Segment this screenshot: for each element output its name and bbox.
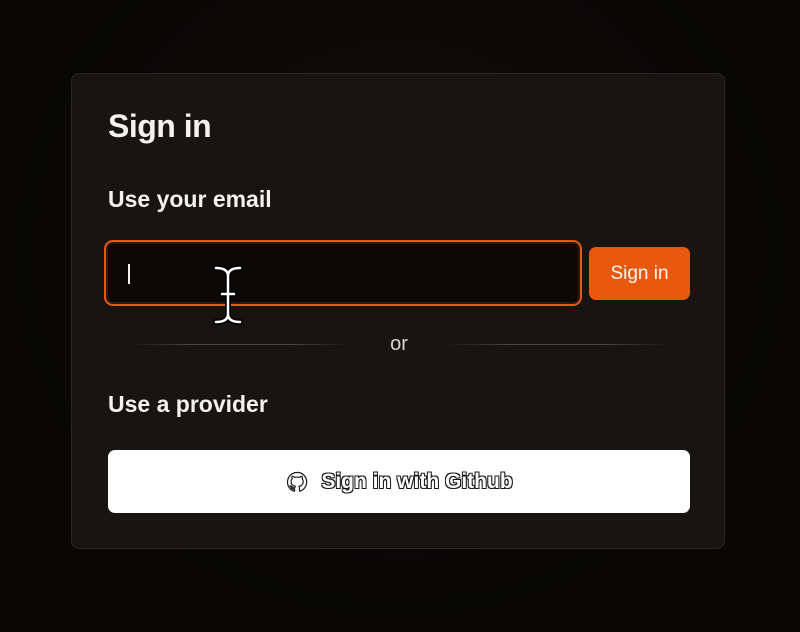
or-divider: or <box>128 332 670 356</box>
provider-section-label: Use a provider <box>108 391 268 417</box>
email-section-label: Use your email <box>108 186 272 212</box>
sign-in-with-github-button[interactable]: Sign in with Github <box>108 450 690 513</box>
github-icon <box>285 470 309 494</box>
sign-in-button[interactable]: Sign in <box>589 247 690 300</box>
github-button-label: Sign in with Github <box>321 469 513 493</box>
text-cursor-icon <box>213 265 243 325</box>
page-background: Sign in Use your email Sign in or Use a … <box>0 0 800 632</box>
sign-in-card: Sign in Use your email Sign in or Use a … <box>71 73 725 549</box>
divider-line-right <box>445 344 670 345</box>
page-title: Sign in <box>108 108 212 144</box>
email-field[interactable] <box>104 240 582 306</box>
text-caret <box>128 264 130 284</box>
